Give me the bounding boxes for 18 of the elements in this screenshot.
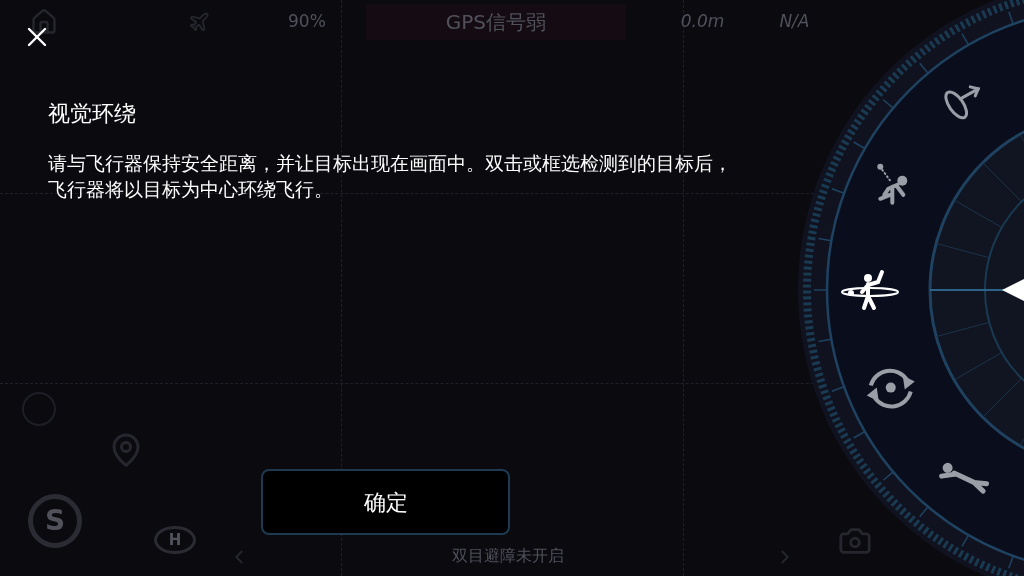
height-reading: 0.0m [680, 10, 725, 34]
obstacle-avoidance-notice: 双目避障未开启 [452, 545, 564, 567]
figure-with-ring-icon[interactable] [841, 270, 899, 310]
lying-figure-icon[interactable] [939, 462, 990, 494]
dialog-title: 视觉环绕 [48, 100, 136, 128]
gps-warning: GPS信号弱 [365, 4, 626, 40]
pointer-icon [1002, 279, 1024, 301]
distance-reading: N/A [779, 10, 810, 34]
battery-level: 90% [288, 10, 326, 34]
return-home-button[interactable]: H [154, 526, 196, 554]
dialog-description: 请与飞行器保持安全距离，并让目标出现在画面中。双击或框选检测到的目标后，飞行器将以目标为中心环绕飞行。 [48, 152, 733, 202]
home-icon[interactable] [30, 8, 58, 36]
aircraft-icon [188, 11, 210, 33]
running-figure-icon[interactable] [877, 163, 908, 205]
confirm-button[interactable]: 确定 [261, 469, 510, 535]
circular-arrows-icon[interactable] [866, 368, 915, 409]
ellipse-arrow-icon[interactable] [944, 85, 981, 120]
stop-button[interactable]: S [28, 494, 82, 548]
